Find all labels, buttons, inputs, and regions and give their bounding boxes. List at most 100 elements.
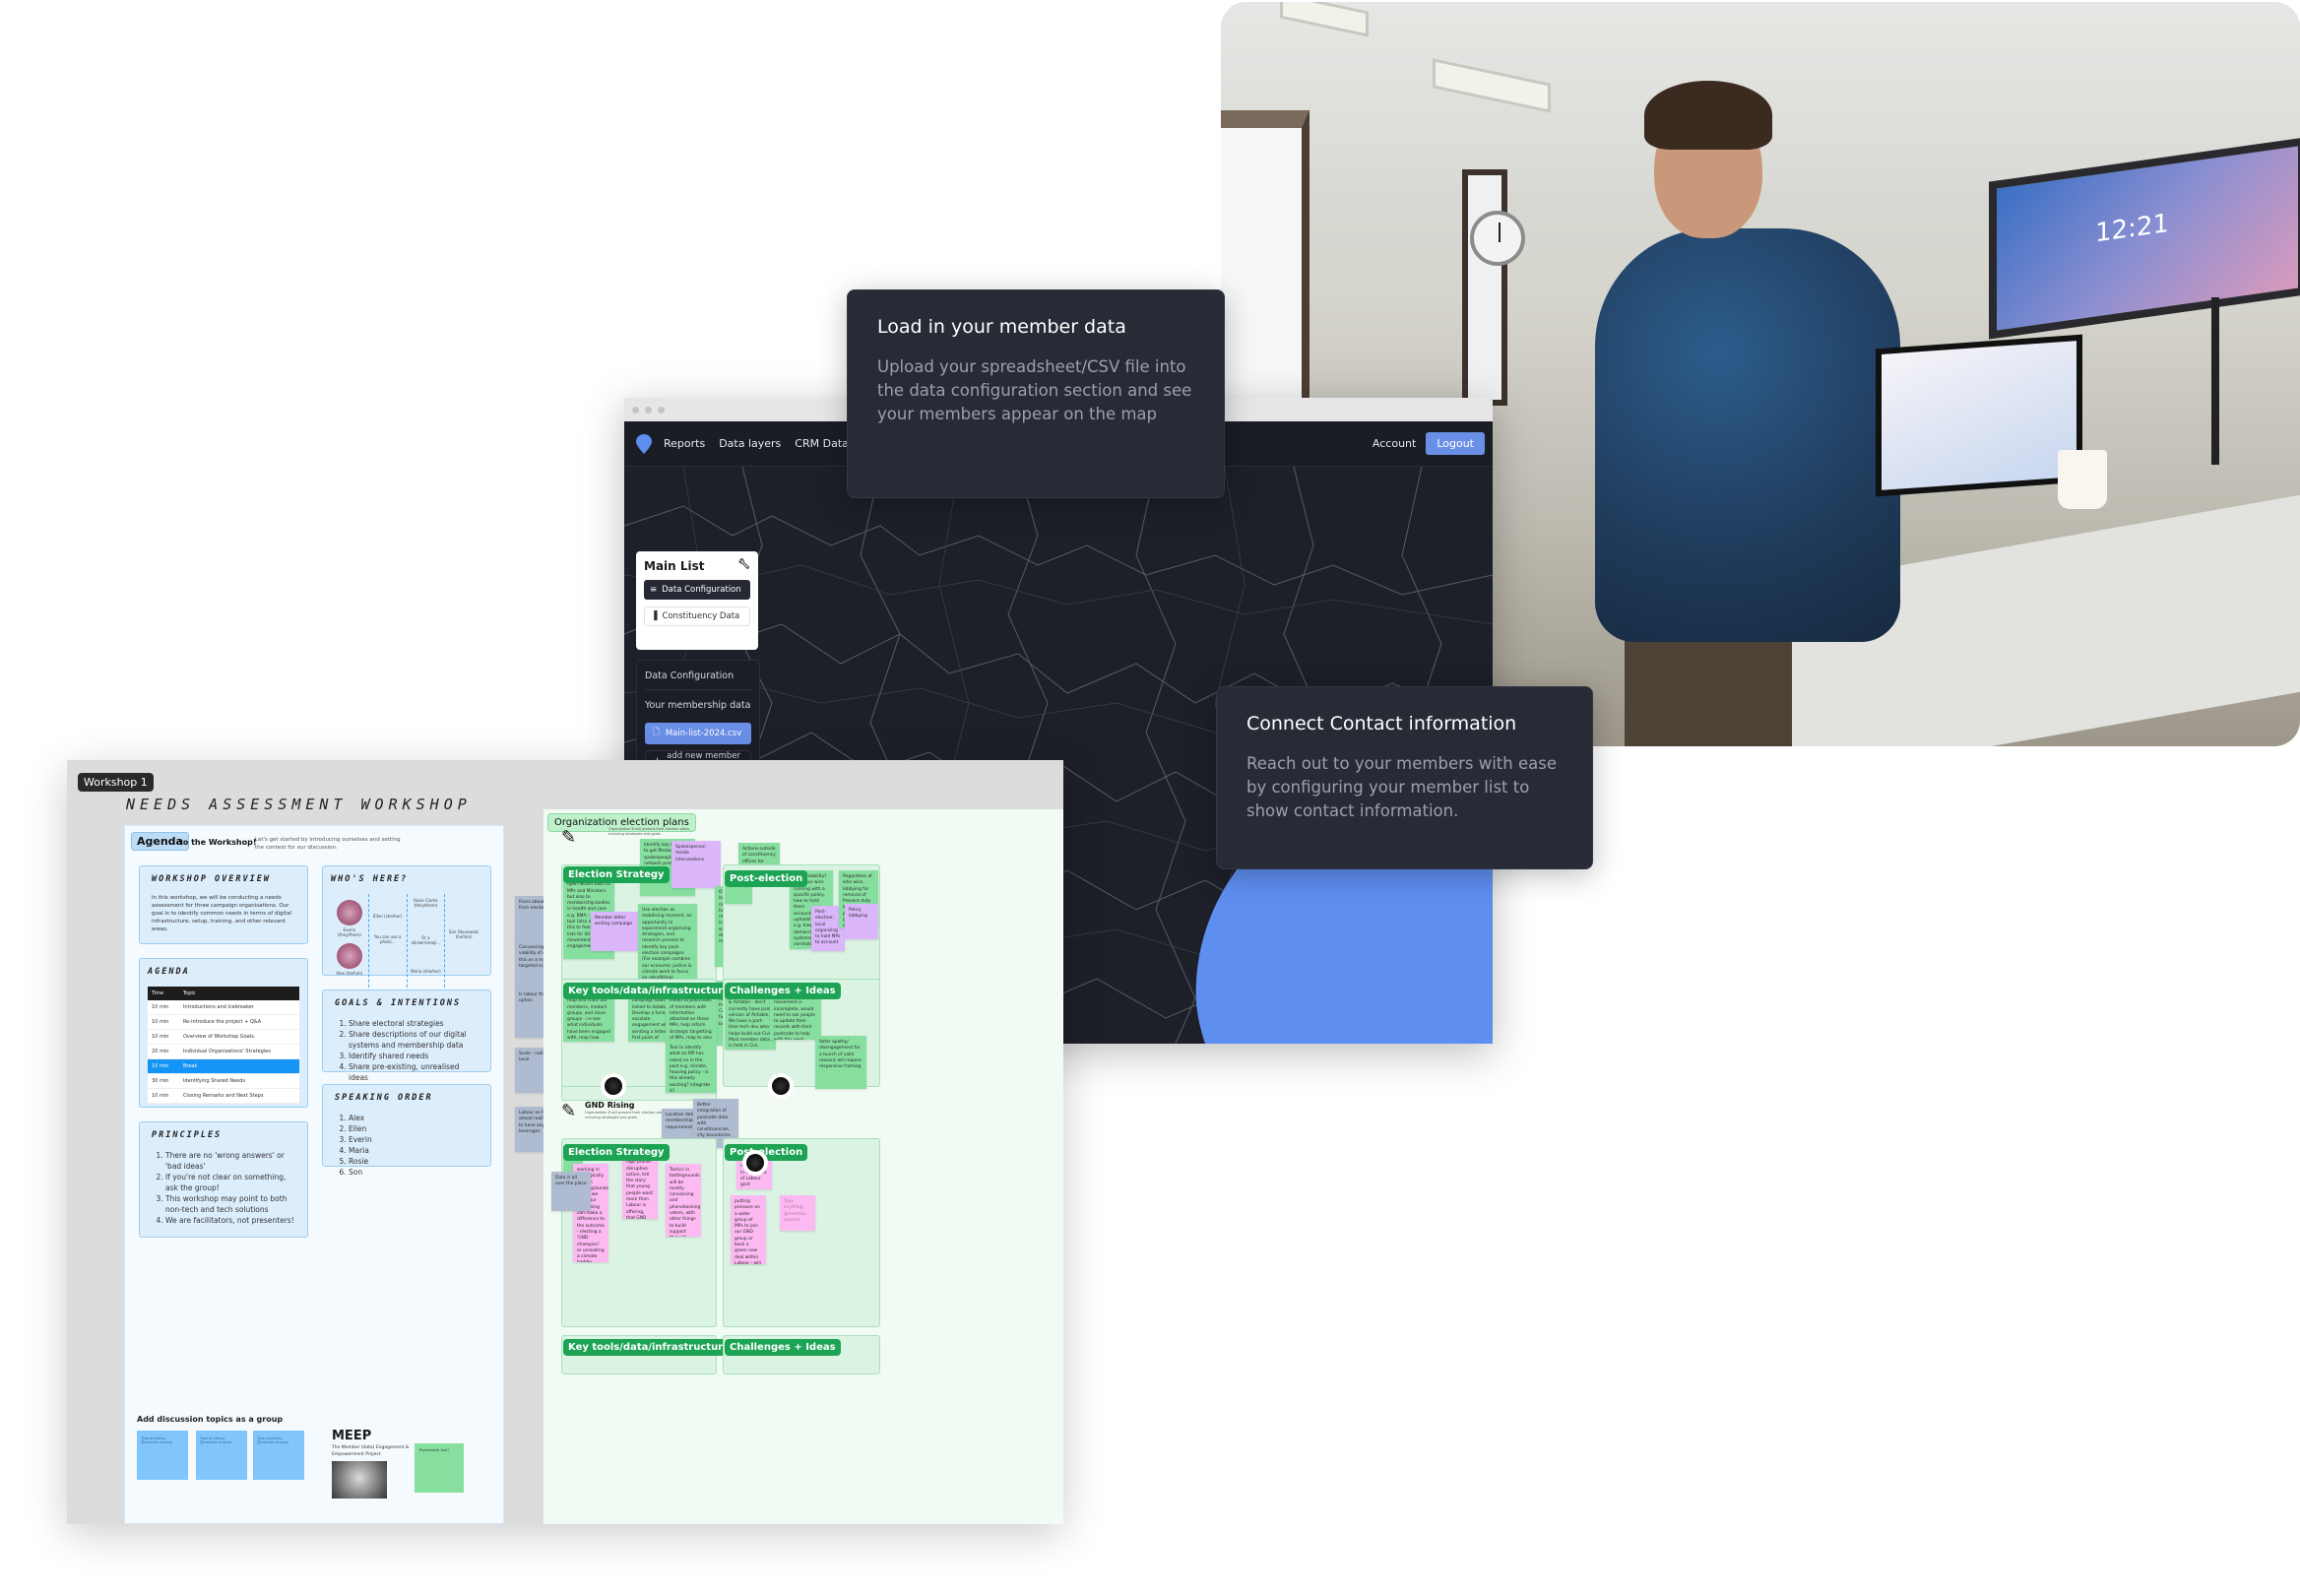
org-column: Rosie Clarke (they/them) Or a sticker/em… — [408, 894, 446, 1002]
meep-sticky[interactable]: Psychedelic Son? — [415, 1443, 464, 1493]
load-member-data-card: Load in your member data Upload your spr… — [847, 289, 1225, 498]
group-label: Key tools/data/infrastructure — [563, 1339, 735, 1356]
window — [1462, 169, 1507, 406]
agenda-topic: Introductions and Icebreaker — [178, 1000, 299, 1015]
agenda-topic: Re-introduce the project + Q&A — [178, 1014, 299, 1030]
nav-reports[interactable]: Reports — [664, 437, 705, 450]
speaking-order-list: AlexEllenEverinMariaRosieSon — [335, 1113, 479, 1178]
avatar — [336, 943, 362, 969]
agenda-topic: Identifying Shared Needs — [178, 1073, 299, 1089]
logo-pin-icon[interactable] — [636, 433, 652, 454]
list-item: There are no 'wrong answers' or 'bad ide… — [165, 1150, 295, 1172]
agenda-topic: Break — [178, 1058, 299, 1074]
principles-panel[interactable]: PRINCIPLES There are no 'wrong answers' … — [139, 1121, 308, 1238]
laptop — [1876, 334, 2082, 497]
divider — [645, 689, 751, 690]
election-plans-frame[interactable]: Organization election plans ✎ Organizati… — [543, 809, 1063, 1524]
sticky-note[interactable]: Tool to identify what an MP has voted on… — [666, 1042, 717, 1093]
main-list-title: Main List — [644, 559, 705, 573]
membership-data-label: Your membership data — [645, 700, 751, 711]
presenter-hair — [1644, 81, 1772, 150]
cursor-marker[interactable] — [601, 1073, 626, 1099]
sticky-note[interactable]: Policy lobbying — [845, 904, 878, 939]
goals-list: Share electoral strategiesShare descript… — [335, 1018, 479, 1083]
agenda-time: 10 min — [148, 1000, 179, 1015]
sticky-note[interactable]: Use election as mobilising moment, an op… — [638, 904, 697, 979]
list-item: Son — [349, 1167, 479, 1178]
panel-title: GOALS & INTENTIONS — [335, 998, 462, 1008]
data-configuration-button[interactable]: ≡ Data Configuration — [644, 580, 750, 600]
agenda-row: 10 min Break — [148, 1058, 299, 1074]
data-configuration-label: Data Configuration — [662, 585, 741, 595]
list-item: Identify shared needs — [349, 1051, 479, 1061]
person-name: Rosie Clarke (they/them) — [414, 898, 438, 908]
agenda-frame[interactable]: Agenda to the Workshop! Let's get starte… — [124, 825, 504, 1524]
list-item: Share electoral strategies — [349, 1018, 479, 1029]
goals-panel[interactable]: GOALS & INTENTIONS Share electoral strat… — [322, 990, 491, 1082]
sticky-note[interactable]: putting pressure on a wider group of MPs… — [731, 1195, 766, 1264]
card-body: Reach out to your members with ease by c… — [1246, 754, 1557, 820]
sticky-note[interactable]: Voter apathy/ disengagement for a bunch … — [815, 1036, 866, 1089]
whos-here-panel[interactable]: WHO'S HERE? Everin (they/them) Alex (he/… — [322, 865, 491, 1002]
sticky-note[interactable]: Integrating CiviCRM & Airtable - don't c… — [725, 990, 776, 1050]
main-list-card: Main List 🔧︎ ≡ Data Configuration ▐ Cons… — [636, 551, 758, 650]
person-name: Son Okunowski (he/him) — [448, 929, 479, 939]
sticky-note[interactable]: Spokesperson media interventions — [671, 841, 721, 888]
list-item: If you're not clear on something, ask th… — [165, 1172, 295, 1193]
list-item: Alex — [349, 1113, 479, 1123]
sticky-note-placeholder[interactable]: Type anything, @mention anyone — [780, 1195, 815, 1231]
window — [1221, 110, 1310, 406]
constituency-data-button[interactable]: ▐ Constituency Data — [644, 606, 750, 626]
panel-title: SPEAKING ORDER — [335, 1093, 433, 1103]
discussion-sticky[interactable]: Type anything, @mention anyone — [253, 1431, 304, 1480]
speaking-order-panel[interactable]: SPEAKING ORDER AlexEllenEverinMariaRosie… — [322, 1084, 491, 1177]
column-header: Topic — [178, 987, 299, 1000]
meep-image — [332, 1461, 387, 1499]
plans-caption: Organization B will present their electi… — [608, 827, 691, 836]
agenda-time: 10 min — [148, 1014, 179, 1030]
agenda-row: 10 min Closing Remarks and Next Steps — [148, 1088, 299, 1104]
cursor-marker[interactable] — [742, 1150, 768, 1176]
coffee-cup — [2058, 450, 2107, 509]
display-stand — [2211, 297, 2219, 465]
workshop-whiteboard[interactable]: Workshop 1 NEEDS ASSESSMENT WORKSHOP Age… — [67, 760, 1063, 1524]
wrench-icon[interactable]: 🔧︎ — [737, 559, 750, 573]
agenda-panel[interactable]: AGENDA Time Topic 10 min Introductions an… — [139, 958, 308, 1108]
window-dot[interactable] — [645, 406, 652, 414]
window-dot[interactable] — [632, 406, 639, 414]
agenda-row: 20 min Individual Organisations' Strategi… — [148, 1044, 299, 1059]
sticky-note[interactable]: Tactics in battlegrounds will be mostly … — [666, 1164, 701, 1237]
card-body: Upload your spreadsheet/CSV file into th… — [877, 357, 1192, 423]
member-list-file-button[interactable]: 🗋︎ Main-list-2024.csv — [645, 723, 751, 744]
list-item: Ellen — [349, 1123, 479, 1134]
wall-clock — [1470, 211, 1525, 266]
avatar — [336, 900, 362, 926]
discussion-sticky[interactable]: Type anything, @mention anyone — [137, 1431, 188, 1480]
agenda-topic: Overview of Workshop Goals. — [178, 1029, 299, 1045]
frame-tag[interactable]: Workshop 1 — [78, 773, 154, 792]
sticky-note[interactable]: Data is all over the place — [551, 1172, 591, 1211]
list-item: This workshop may point to both non-tech… — [165, 1193, 295, 1215]
group-label: Election Strategy — [563, 1144, 670, 1161]
agenda-topic: Closing Remarks and Next Steps — [178, 1088, 299, 1104]
sticky-note[interactable]: Member letter writing campaign — [591, 912, 638, 951]
panel-title: PRINCIPLES — [152, 1130, 223, 1140]
panel-title: WHO'S HERE? — [331, 874, 409, 884]
whiteboard-title: NEEDS ASSESSMENT WORKSHOP — [126, 796, 472, 813]
logout-button[interactable]: Logout — [1426, 432, 1485, 455]
agenda-time: 10 min — [148, 1058, 179, 1074]
person-name: Or a sticker/emoji... — [411, 935, 441, 945]
group-label: Challenges + Ideas — [725, 1339, 841, 1356]
agenda-topic: Individual Organisations' Strategies — [178, 1044, 299, 1059]
nav-data-layers[interactable]: Data layers — [719, 437, 781, 450]
window-dot[interactable] — [658, 406, 665, 414]
agenda-row: 30 min Identifying Shared Needs — [148, 1073, 299, 1089]
nav-account[interactable]: Account — [1373, 437, 1416, 450]
meep-subtitle: The Member (data) Engagement & Empowerme… — [332, 1445, 410, 1457]
card-title: Load in your member data — [877, 316, 1126, 338]
list-item: Everin — [349, 1134, 479, 1145]
workshop-overview-panel[interactable]: WORKSHOP OVERVIEW In this workshop, we w… — [139, 865, 308, 944]
card-title: Connect Contact information — [1246, 713, 1517, 734]
cursor-marker[interactable] — [768, 1073, 794, 1099]
discussion-sticky[interactable]: Type anything, @mention anyone — [196, 1431, 247, 1480]
